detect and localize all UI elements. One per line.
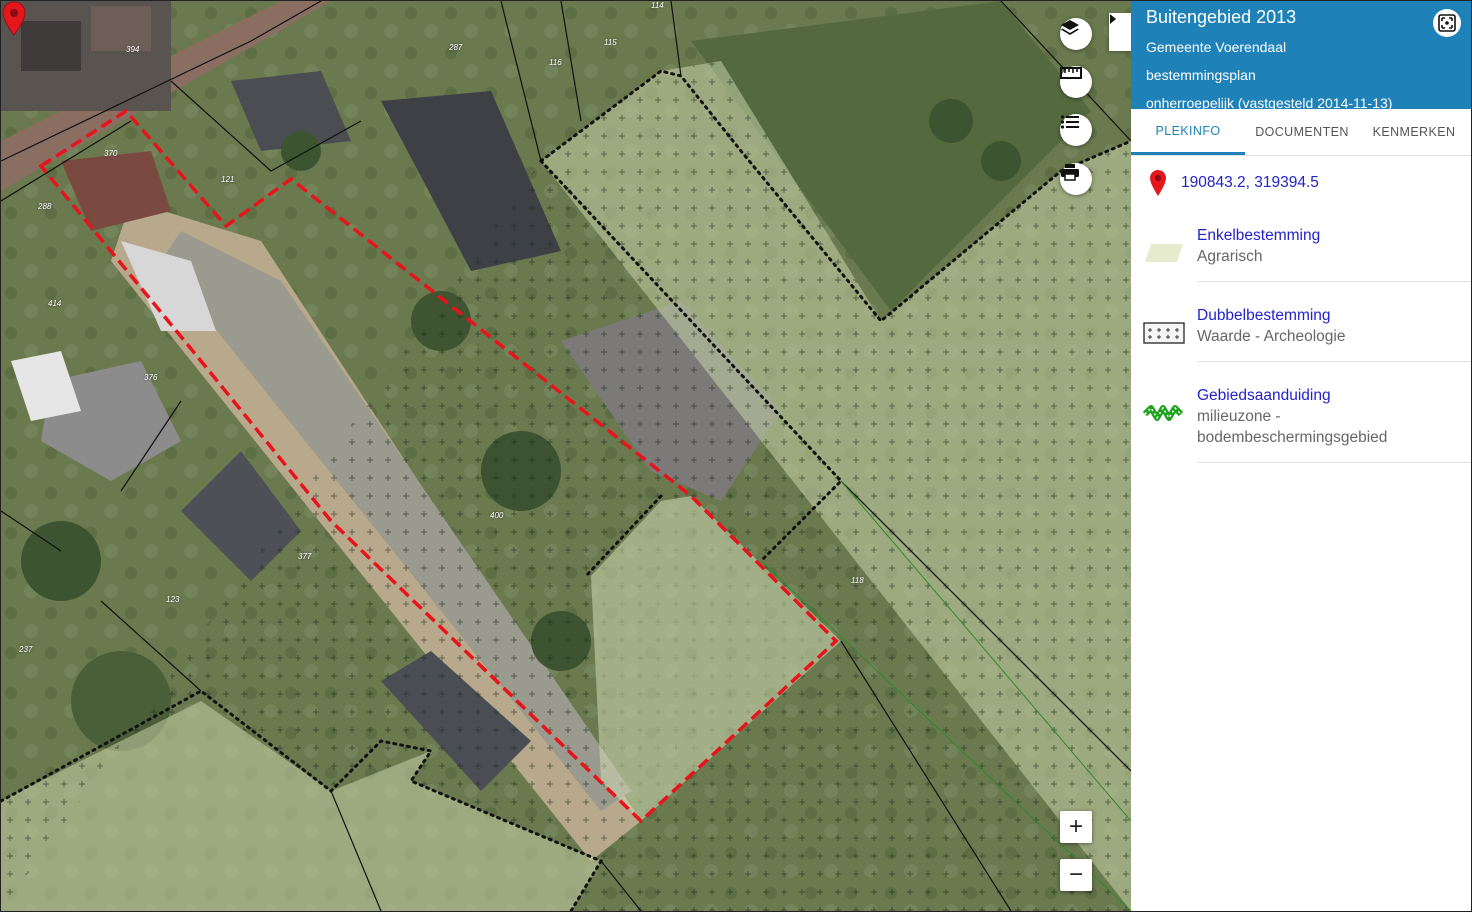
- coordinate-link[interactable]: 190843.2, 319394.5: [1181, 174, 1319, 192]
- enkelbestemming-value: Agrarisch: [1197, 248, 1263, 265]
- parcel-number: 287: [449, 43, 463, 52]
- fullscreen-button[interactable]: [1433, 9, 1461, 37]
- collapse-panel-button[interactable]: [1109, 13, 1131, 51]
- layers-icon: [1061, 20, 1079, 35]
- gebiedsaanduiding-value: milieuzone - bodembeschermingsgebied: [1197, 408, 1388, 446]
- parcel-number: 123: [166, 595, 180, 604]
- agrarisch-swatch-icon: [1145, 244, 1183, 262]
- legend-item-dubbelbestemming: Dubbelbestemming Waarde - Archeologie: [1131, 294, 1471, 374]
- list-icon: [1060, 115, 1079, 129]
- enkelbestemming-link[interactable]: Enkelbestemming: [1197, 226, 1471, 246]
- parcel-number: 394: [126, 45, 140, 54]
- plan-type: bestemmingsplan: [1146, 67, 1256, 83]
- parcel-number: 121: [221, 175, 235, 184]
- plan-status: onherroepelijk (vastgesteld 2014-11-13): [1146, 95, 1393, 111]
- print-icon: [1061, 164, 1079, 181]
- info-panel: Buitengebied 2013 Gemeente Voerendaal be…: [1131, 1, 1471, 911]
- dubbelbestemming-link[interactable]: Dubbelbestemming: [1197, 306, 1471, 326]
- layers-button[interactable]: [1060, 18, 1092, 50]
- milieuzone-zigzag-icon: [1143, 405, 1184, 421]
- legend-item-gebiedsaanduiding: Gebiedsaanduiding milieuzone - bodembesc…: [1131, 374, 1471, 475]
- zoom-in-button[interactable]: +: [1060, 811, 1092, 843]
- parcel-number: 400: [490, 511, 504, 520]
- map-canvas[interactable]: [1, 1, 1131, 911]
- dubbelbestemming-value: Waarde - Archeologie: [1197, 328, 1346, 345]
- plan-title: Buitengebied 2013: [1146, 7, 1297, 27]
- parcel-number: 114: [651, 1, 664, 10]
- ruler-icon: [1060, 67, 1082, 79]
- parcel-number: 376: [144, 373, 158, 382]
- print-button[interactable]: [1060, 163, 1092, 195]
- gebiedsaanduiding-link[interactable]: Gebiedsaanduiding: [1197, 386, 1471, 406]
- coordinate-row: 190843.2, 319394.5: [1131, 156, 1471, 196]
- zoom-out-button[interactable]: −: [1060, 859, 1092, 891]
- parcel-number: 288: [38, 202, 52, 211]
- parcel-number: 237: [19, 645, 33, 654]
- plan-municipality: Gemeente Voerendaal: [1146, 39, 1287, 55]
- archeologie-cross-pattern-icon: [1143, 322, 1185, 344]
- parcel-number: 115: [604, 38, 617, 47]
- expand-icon: [1438, 14, 1456, 32]
- map-view[interactable]: 394 287 114 116 115 370 121 288 414 376 …: [1, 1, 1131, 911]
- location-pin-icon: [1150, 170, 1166, 196]
- parcel-number: 414: [48, 299, 62, 308]
- legend-item-enkelbestemming: Enkelbestemming Agrarisch: [1131, 214, 1471, 294]
- measure-button[interactable]: [1060, 66, 1092, 98]
- parcel-number: 116: [549, 58, 562, 67]
- parcel-number: 118: [851, 576, 864, 585]
- parcel-number: 370: [104, 149, 118, 158]
- panel-header: Buitengebied 2013 Gemeente Voerendaal be…: [1131, 1, 1471, 111]
- legend-list-button[interactable]: [1060, 114, 1092, 146]
- app-frame: 394 287 114 116 115 370 121 288 414 376 …: [0, 0, 1472, 912]
- chevron-right-icon: [1110, 14, 1116, 24]
- parcel-number: 377: [298, 552, 312, 561]
- location-pin-icon[interactable]: [1, 1, 27, 37]
